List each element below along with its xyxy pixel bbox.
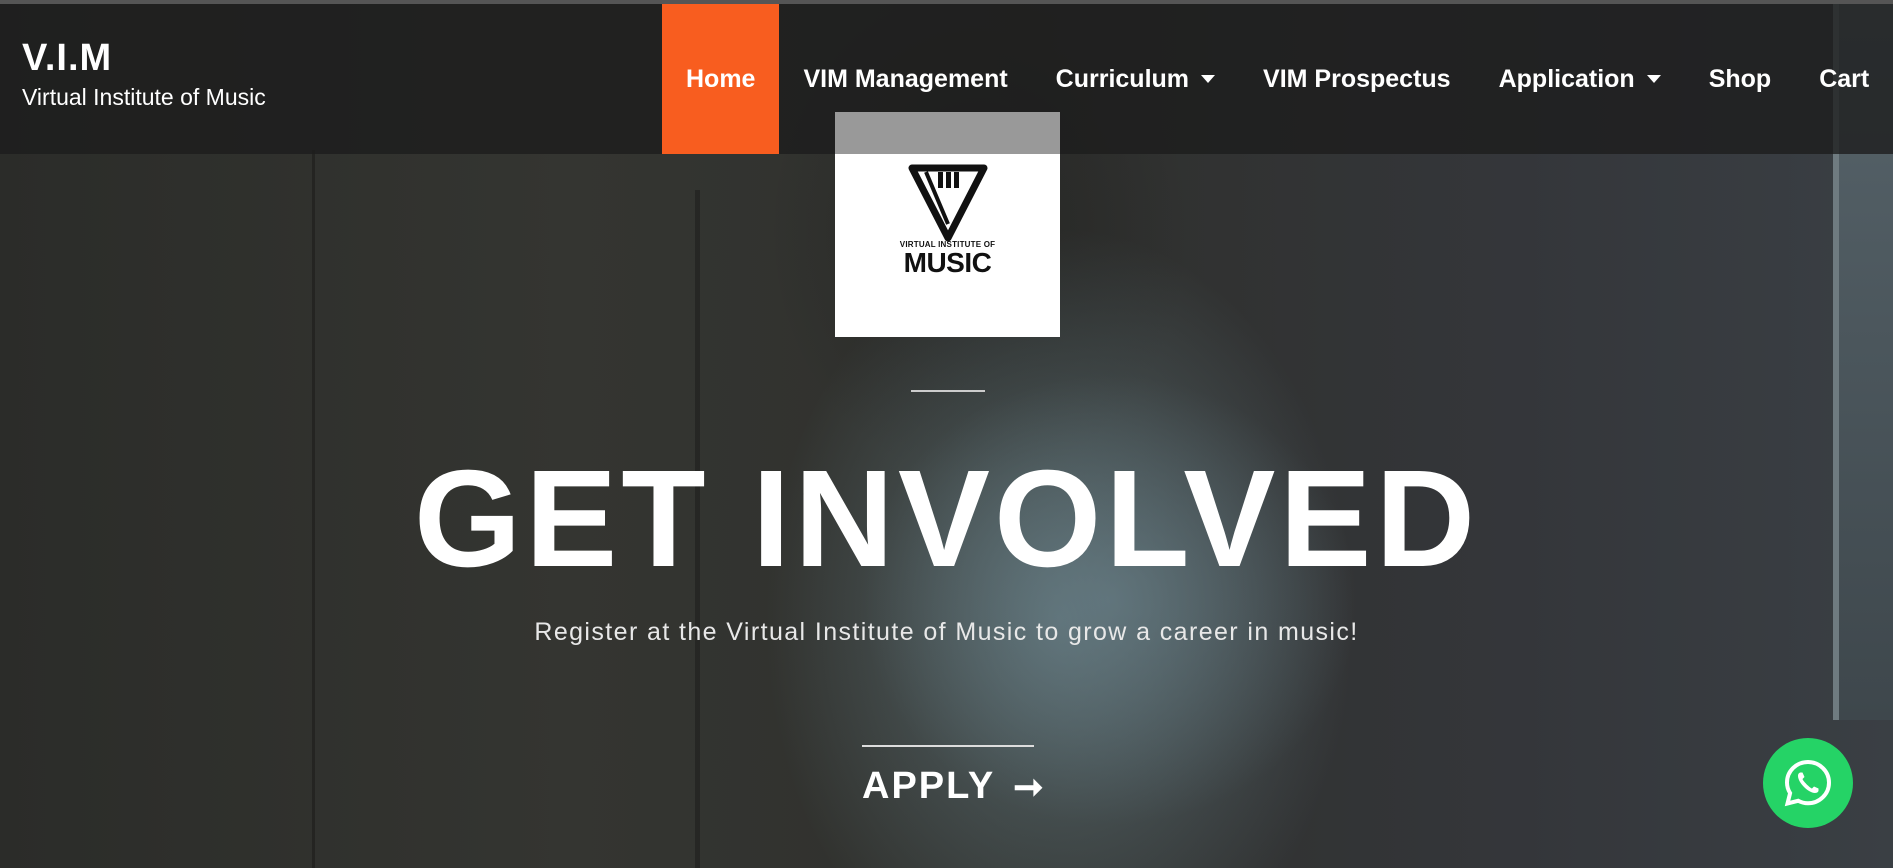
nav-item-home[interactable]: Home	[662, 4, 780, 154]
nav-item-label: VIM Prospectus	[1263, 64, 1451, 93]
piano-v-logo-icon	[908, 164, 987, 242]
nav-item-label: Application	[1498, 64, 1635, 93]
brand-subtitle: Virtual Institute of Music	[22, 83, 266, 110]
nav-item-label: VIM Management	[803, 64, 1008, 93]
apply-label: APPLY	[862, 765, 996, 807]
caret-down-icon	[1201, 75, 1216, 83]
nav-item-application[interactable]: Application	[1475, 4, 1685, 154]
nav-item-shop[interactable]: Shop	[1685, 4, 1796, 154]
vim-logo: VIRTUAL INSTITUTE OF MUSIC	[835, 112, 1060, 337]
apply-divider-line	[862, 745, 1034, 747]
brand[interactable]: V.I.M Virtual Institute of Music	[22, 37, 266, 111]
nav-item-label: Curriculum	[1055, 64, 1190, 93]
nav-item-label: Cart	[1819, 64, 1870, 93]
apply-button[interactable]: APPLY ➞	[862, 765, 1045, 808]
hero-headline: GET INVOLVED	[413, 442, 1480, 596]
nav-item-vim-prospectus[interactable]: VIM Prospectus	[1239, 4, 1475, 154]
nav-item-label: Home	[686, 64, 756, 93]
logo-big-text: MUSIC	[903, 247, 992, 278]
nav-item-cart[interactable]: Cart	[1795, 4, 1893, 154]
caret-down-icon	[1646, 75, 1661, 83]
whatsapp-icon	[1784, 759, 1832, 807]
arrow-right-icon: ➞	[1013, 765, 1046, 807]
whatsapp-button[interactable]	[1763, 738, 1853, 828]
divider-line	[911, 390, 985, 392]
logo-header-strip	[835, 112, 1060, 154]
brand-title[interactable]: V.I.M	[22, 37, 266, 80]
hero-subtitle: Register at the Virtual Institute of Mus…	[534, 618, 1359, 646]
nav-item-label: Shop	[1708, 64, 1772, 93]
nav-item-curriculum[interactable]: Curriculum	[1032, 4, 1239, 154]
